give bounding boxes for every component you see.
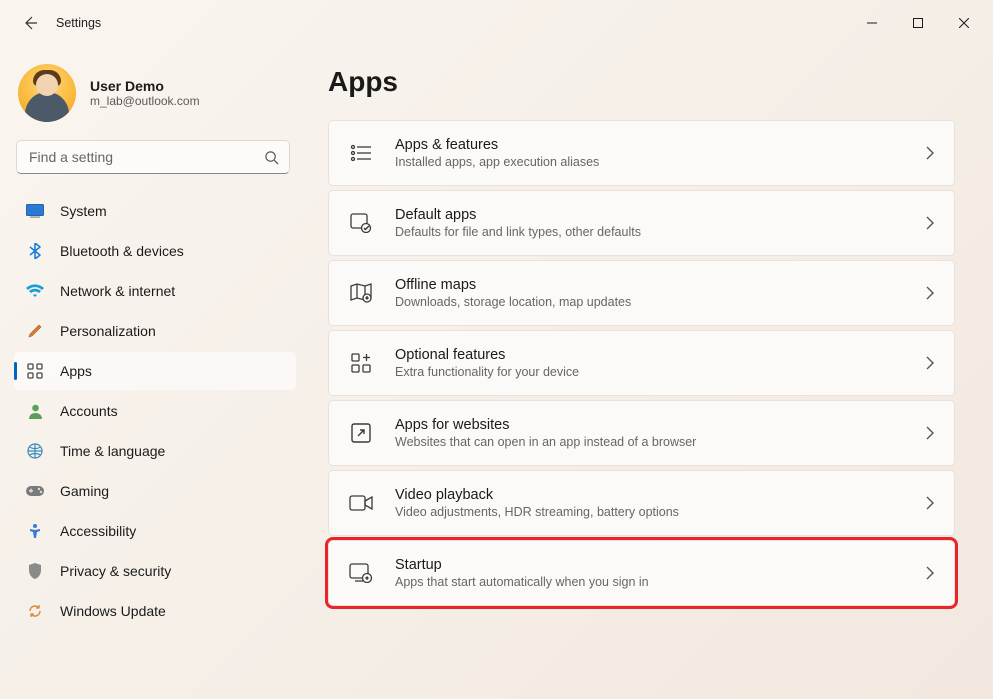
nav-label: Bluetooth & devices — [60, 243, 184, 259]
nav-accessibility[interactable]: Accessibility — [14, 512, 296, 550]
minimize-button[interactable] — [849, 8, 895, 38]
card-startup[interactable]: Startup Apps that start automatically wh… — [328, 540, 955, 606]
nav-label: Network & internet — [60, 283, 175, 299]
close-icon — [959, 18, 969, 28]
open-external-icon — [349, 421, 373, 445]
globe-clock-icon — [26, 442, 44, 460]
nav-windows-update[interactable]: Windows Update — [14, 592, 296, 630]
card-subtitle: Extra functionality for your device — [395, 365, 904, 379]
map-icon — [349, 281, 373, 305]
chevron-right-icon — [926, 426, 934, 440]
default-apps-icon — [349, 211, 373, 235]
person-icon — [26, 402, 44, 420]
nav-personalization[interactable]: Personalization — [14, 312, 296, 350]
shield-icon — [26, 562, 44, 580]
card-title: Apps for websites — [395, 417, 904, 433]
card-subtitle: Installed apps, app execution aliases — [395, 155, 904, 169]
nav-system[interactable]: System — [14, 192, 296, 230]
card-default-apps[interactable]: Default apps Defaults for file and link … — [328, 190, 955, 256]
card-apps-websites[interactable]: Apps for websites Websites that can open… — [328, 400, 955, 466]
startup-icon — [349, 561, 373, 585]
bluetooth-icon — [26, 242, 44, 260]
chevron-right-icon — [926, 216, 934, 230]
nav-time-language[interactable]: Time & language — [14, 432, 296, 470]
system-icon — [26, 202, 44, 220]
nav-label: Apps — [60, 363, 92, 379]
nav-apps[interactable]: Apps — [14, 352, 296, 390]
maximize-icon — [913, 18, 923, 28]
settings-list: Apps & features Installed apps, app exec… — [328, 120, 955, 606]
nav-bluetooth[interactable]: Bluetooth & devices — [14, 232, 296, 270]
card-title: Video playback — [395, 487, 904, 503]
card-title: Optional features — [395, 347, 904, 363]
video-icon — [349, 491, 373, 515]
card-subtitle: Defaults for file and link types, other … — [395, 225, 904, 239]
main-content: Apps Apps & features Installed apps, app… — [300, 46, 993, 699]
maximize-button[interactable] — [895, 8, 941, 38]
nav-label: Accessibility — [60, 523, 136, 539]
window-controls — [849, 8, 987, 38]
sidebar: User Demo m_lab@outlook.com System Bluet… — [0, 46, 300, 699]
gamepad-icon — [26, 482, 44, 500]
update-icon — [26, 602, 44, 620]
nav-label: Gaming — [60, 483, 109, 499]
chevron-right-icon — [926, 496, 934, 510]
nav-label: Time & language — [60, 443, 165, 459]
minimize-icon — [867, 18, 877, 28]
nav-label: System — [60, 203, 107, 219]
card-optional-features[interactable]: Optional features Extra functionality fo… — [328, 330, 955, 396]
search-icon — [264, 150, 279, 165]
nav-network[interactable]: Network & internet — [14, 272, 296, 310]
nav-label: Privacy & security — [60, 563, 171, 579]
chevron-right-icon — [926, 286, 934, 300]
accessibility-icon — [26, 522, 44, 540]
card-title: Apps & features — [395, 137, 904, 153]
grid-plus-icon — [349, 351, 373, 375]
nav-privacy[interactable]: Privacy & security — [14, 552, 296, 590]
nav-accounts[interactable]: Accounts — [14, 392, 296, 430]
apps-icon — [26, 362, 44, 380]
chevron-right-icon — [926, 146, 934, 160]
chevron-right-icon — [926, 566, 934, 580]
card-title: Startup — [395, 557, 904, 573]
back-button[interactable] — [12, 5, 48, 41]
card-subtitle: Video adjustments, HDR streaming, batter… — [395, 505, 904, 519]
user-email: m_lab@outlook.com — [90, 94, 200, 108]
card-apps-features[interactable]: Apps & features Installed apps, app exec… — [328, 120, 955, 186]
page-title: Apps — [328, 66, 955, 98]
user-name: User Demo — [90, 78, 200, 94]
card-title: Offline maps — [395, 277, 904, 293]
avatar — [18, 64, 76, 122]
card-offline-maps[interactable]: Offline maps Downloads, storage location… — [328, 260, 955, 326]
chevron-right-icon — [926, 356, 934, 370]
titlebar: Settings — [0, 0, 993, 46]
close-button[interactable] — [941, 8, 987, 38]
card-title: Default apps — [395, 207, 904, 223]
user-profile[interactable]: User Demo m_lab@outlook.com — [14, 56, 296, 140]
nav-gaming[interactable]: Gaming — [14, 472, 296, 510]
brush-icon — [26, 322, 44, 340]
window-title: Settings — [56, 16, 101, 30]
back-arrow-icon — [22, 15, 38, 31]
list-icon — [349, 141, 373, 165]
card-subtitle: Apps that start automatically when you s… — [395, 575, 904, 589]
nav-label: Accounts — [60, 403, 118, 419]
nav-label: Personalization — [60, 323, 156, 339]
nav-label: Windows Update — [60, 603, 166, 619]
card-subtitle: Websites that can open in an app instead… — [395, 435, 904, 449]
card-subtitle: Downloads, storage location, map updates — [395, 295, 904, 309]
card-video-playback[interactable]: Video playback Video adjustments, HDR st… — [328, 470, 955, 536]
wifi-icon — [26, 282, 44, 300]
nav-list: System Bluetooth & devices Network & int… — [14, 192, 296, 632]
search-box[interactable] — [16, 140, 290, 174]
search-input[interactable] — [29, 149, 264, 165]
